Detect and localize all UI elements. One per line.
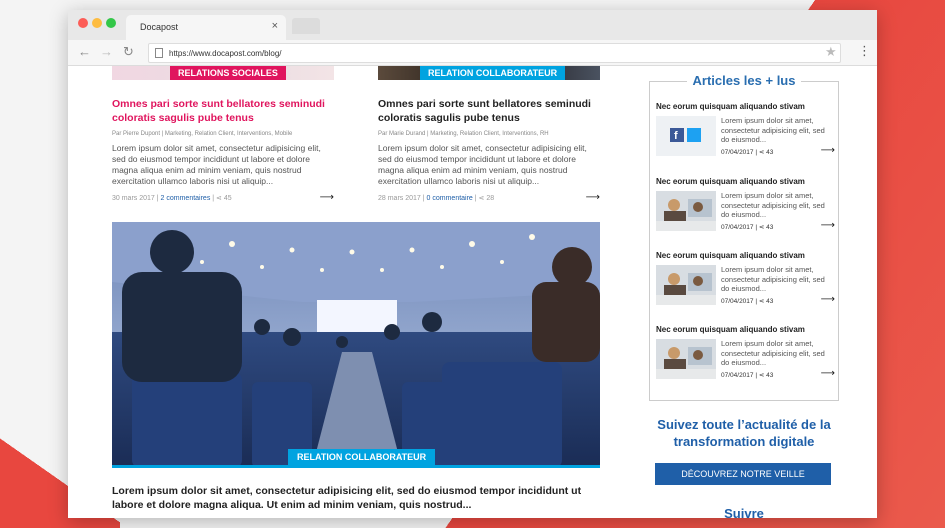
share-count: 45 — [223, 195, 232, 202]
article-excerpt: Lorem ipsum dolor sit amet, consectetur … — [112, 143, 321, 186]
comments-link[interactable]: 0 commentaire — [427, 195, 473, 202]
item-footer: 07/04/2017 | ⋖ 43 ⟶ — [721, 368, 835, 379]
article-image[interactable]: RELATIONS SOCIALES — [112, 66, 334, 80]
item-title[interactable]: Nec eorum quisquam aliquando stivam — [656, 177, 834, 186]
share-count: 43 — [766, 224, 774, 231]
close-window-button[interactable] — [78, 18, 88, 28]
item-date: 07/04/2017 — [721, 298, 754, 305]
right-arrow-icon[interactable]: ⟶ — [821, 220, 835, 231]
meeting-photo — [656, 265, 716, 305]
maximize-window-button[interactable] — [106, 18, 116, 28]
most-read-item[interactable]: Nec eorum quisquam aliquando stivam f Lo… — [656, 102, 835, 156]
most-read-item[interactable]: Nec eorum quisquam aliquando stivam Lore… — [656, 251, 835, 305]
share-icon[interactable]: ⋖ — [759, 149, 764, 156]
item-title[interactable]: Nec eorum quisquam aliquando stivam — [656, 251, 834, 260]
share-icon[interactable]: ⋖ — [216, 195, 222, 202]
share-count: 43 — [766, 149, 774, 156]
item-footer: 07/04/2017 | ⋖ 43 ⟶ — [721, 220, 835, 231]
category-badge[interactable]: RELATIONS SOCIALES — [170, 66, 286, 80]
svg-text:f: f — [674, 130, 678, 142]
article-title[interactable]: Omnes pari sorte sunt bellatores seminud… — [112, 97, 334, 125]
address-bar: ← → ↻ https://www.docapost.com/blog/ ★ ⋮ — [68, 40, 877, 66]
meeting-photo — [656, 191, 716, 231]
right-arrow-icon[interactable]: ⟶ — [586, 192, 600, 203]
share-count: 43 — [766, 372, 774, 379]
item-thumbnail[interactable]: f — [656, 116, 716, 156]
item-footer: 07/04/2017 | ⋖ 43 ⟶ — [721, 145, 835, 156]
article-footer: 30 mars 2017 | 2 commentaires | ⋖ 45 ⟶ — [112, 192, 334, 203]
item-date: 07/04/2017 — [721, 149, 754, 156]
star-icon[interactable]: ★ — [825, 44, 837, 60]
conference-hall-image — [112, 222, 600, 465]
most-read-title: Articles les + lus — [650, 73, 838, 88]
share-icon[interactable]: ⋖ — [759, 372, 764, 379]
item-footer: 07/04/2017 | ⋖ 43 ⟶ — [721, 294, 835, 305]
reload-icon[interactable]: ↻ — [123, 44, 134, 60]
item-excerpt: Lorem ipsum dolor sit amet, consectetur … — [721, 339, 825, 367]
url-input[interactable]: https://www.docapost.com/blog/ — [148, 43, 841, 63]
item-thumbnail[interactable] — [656, 265, 716, 305]
follow-heading: Suivez toute l’actualité de la transform… — [657, 417, 831, 449]
article-date: 28 mars 2017 — [378, 195, 421, 202]
article-meta: Par Marie Durand | Marketing, Relation C… — [378, 131, 549, 137]
item-excerpt: Lorem ipsum dolor sit amet, consectetur … — [721, 116, 825, 144]
page-content: RELATIONS SOCIALES Omnes pari sorte sunt… — [68, 66, 877, 518]
right-arrow-icon[interactable]: ⟶ — [821, 145, 835, 156]
right-arrow-icon[interactable]: ⟶ — [821, 294, 835, 305]
tab-docapost[interactable]: Docapost × — [126, 15, 286, 40]
share-icon[interactable]: ⋖ — [759, 298, 764, 305]
article-date: 30 mars 2017 — [112, 195, 155, 202]
share-icon[interactable]: ⋖ — [479, 195, 485, 202]
follow-label: Suivre — [724, 506, 764, 518]
social-icons-thumbnail: f — [656, 116, 716, 156]
article-footer: 28 mars 2017 | 0 commentaire | ⋖ 28 ⟶ — [378, 192, 600, 203]
meeting-photo — [656, 339, 716, 379]
forward-arrow-icon[interactable]: → — [100, 44, 113, 59]
article-image[interactable]: RELATION COLLABORATEUR — [378, 66, 600, 80]
article-card[interactable]: RELATION COLLABORATEUR Omnes pari sorte … — [378, 66, 600, 204]
item-excerpt: Lorem ipsum dolor sit amet, consectetur … — [721, 265, 825, 293]
most-read-item[interactable]: Nec eorum quisquam aliquando stivam Lore… — [656, 177, 835, 231]
minimize-window-button[interactable] — [92, 18, 102, 28]
item-excerpt: Lorem ipsum dolor sit amet, consectetur … — [721, 191, 825, 219]
back-arrow-icon[interactable]: ← — [78, 44, 91, 59]
item-title[interactable]: Nec eorum quisquam aliquando stivam — [656, 325, 834, 334]
page-icon — [155, 48, 163, 58]
item-date: 07/04/2017 — [721, 224, 754, 231]
article-title[interactable]: Omnes pari sorte sunt bellatores seminud… — [378, 97, 600, 125]
item-date: 07/04/2017 — [721, 372, 754, 379]
category-badge[interactable]: RELATION COLLABORATEUR — [420, 66, 566, 80]
most-read-panel: Articles les + lus Nec eorum quisquam al… — [649, 73, 839, 401]
tab-title: Docapost — [140, 22, 179, 32]
right-arrow-icon[interactable]: ⟶ — [320, 192, 334, 203]
article-card[interactable]: RELATIONS SOCIALES Omnes pari sorte sunt… — [112, 66, 334, 204]
hero-article-image[interactable]: RELATION COLLABORATEUR — [112, 222, 600, 468]
right-arrow-icon[interactable]: ⟶ — [821, 368, 835, 379]
new-tab-button[interactable] — [292, 18, 320, 34]
comments-link[interactable]: 2 commentaires — [161, 195, 211, 202]
hero-article-title[interactable]: Lorem ipsum dolor sit amet, consectetur … — [112, 484, 600, 512]
most-read-item[interactable]: Nec eorum quisquam aliquando stivam Lore… — [656, 325, 835, 379]
item-thumbnail[interactable] — [656, 191, 716, 231]
tab-close-icon[interactable]: × — [272, 20, 278, 32]
tab-bar: Docapost × — [68, 10, 877, 40]
share-count: 28 — [486, 195, 495, 202]
item-title[interactable]: Nec eorum quisquam aliquando stivam — [656, 102, 834, 111]
discover-watch-button[interactable]: DÉCOUVREZ NOTRE VEILLE — [655, 463, 831, 485]
share-icon[interactable]: ⋖ — [759, 224, 764, 231]
url-text: https://www.docapost.com/blog/ — [169, 49, 282, 58]
kebab-menu-icon[interactable]: ⋮ — [858, 43, 871, 59]
article-excerpt: Lorem ipsum dolor sit amet, consectetur … — [378, 143, 587, 186]
share-count: 43 — [766, 298, 774, 305]
item-thumbnail[interactable] — [656, 339, 716, 379]
category-badge[interactable]: RELATION COLLABORATEUR — [288, 449, 436, 465]
browser-window: Docapost × ← → ↻ https://www.docapost.co… — [68, 10, 877, 518]
article-meta: Par Pierre Dupont | Marketing, Relation … — [112, 131, 293, 137]
